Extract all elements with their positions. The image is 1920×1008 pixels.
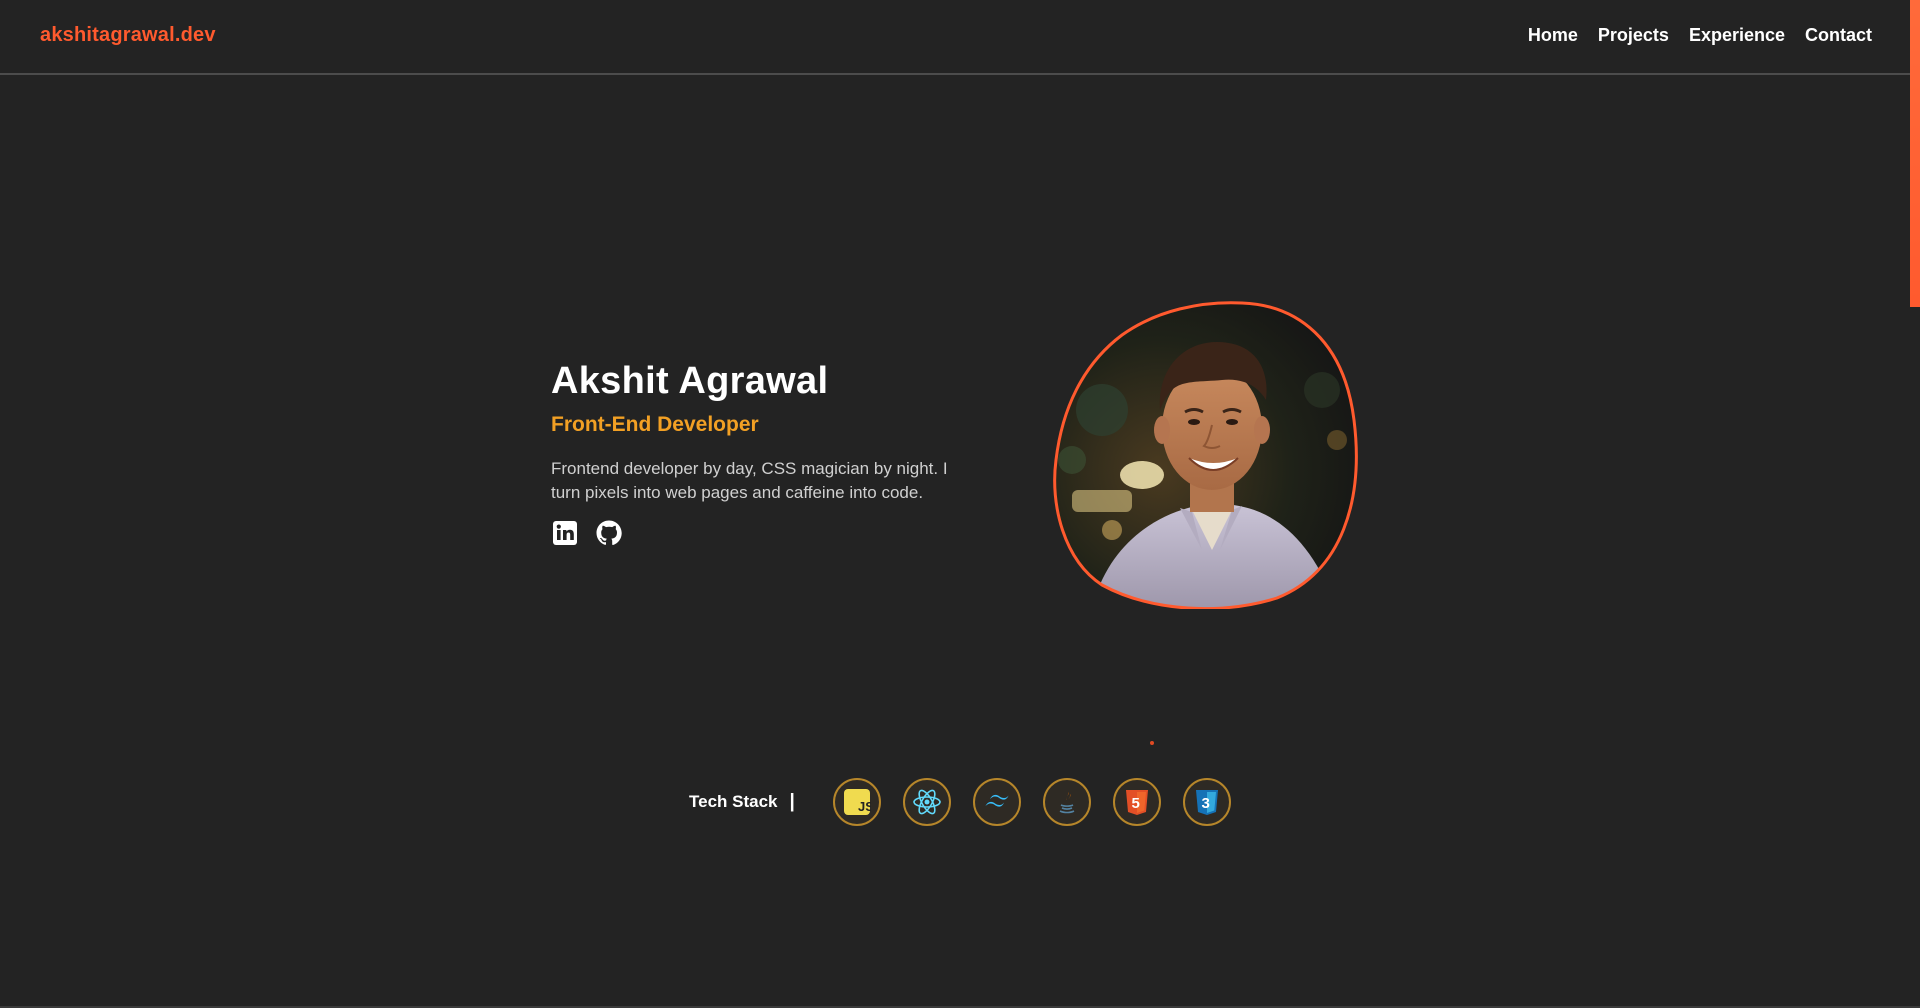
tech-html5: 5 bbox=[1112, 778, 1161, 826]
tech-css3: 3 bbox=[1182, 778, 1231, 826]
css3-icon: 3 bbox=[1195, 790, 1218, 815]
tech-java bbox=[1042, 778, 1091, 826]
portfolio-page: akshitagrawal.dev Home Projects Experien… bbox=[0, 0, 1920, 1008]
tech-tailwind bbox=[972, 778, 1021, 826]
main-nav: Home Projects Experience Contact bbox=[1528, 25, 1872, 46]
nav-home[interactable]: Home bbox=[1528, 25, 1578, 46]
profile-photo-illustration bbox=[1053, 301, 1358, 611]
github-icon bbox=[596, 520, 622, 546]
html5-icon-text: 5 bbox=[1131, 795, 1139, 812]
hero-role: Front-End Developer bbox=[551, 413, 759, 436]
github-link[interactable] bbox=[595, 519, 623, 547]
nav-contact[interactable]: Contact bbox=[1805, 25, 1872, 46]
tailwind-icon bbox=[985, 794, 1009, 807]
css3-icon-text: 3 bbox=[1201, 795, 1209, 812]
tech-react bbox=[902, 778, 951, 826]
hero-description: Frontend developer by day, CSS magician … bbox=[551, 459, 948, 502]
tech-stack-label: Tech Stack bbox=[689, 792, 778, 811]
javascript-icon-text: JS bbox=[858, 799, 871, 814]
site-header: akshitagrawal.dev Home Projects Experien… bbox=[0, 0, 1910, 75]
hero-name: Akshit Agrawal bbox=[551, 360, 829, 402]
hero-intro: Akshit Agrawal Front-End Developer Front… bbox=[551, 360, 991, 547]
nav-experience[interactable]: Experience bbox=[1689, 25, 1785, 46]
nav-projects[interactable]: Projects bbox=[1598, 25, 1669, 46]
site-logo[interactable]: akshitagrawal.dev bbox=[40, 24, 216, 47]
html5-icon: 5 bbox=[1125, 790, 1148, 815]
javascript-icon: JS bbox=[843, 789, 871, 815]
social-links bbox=[551, 519, 991, 547]
tech-icon-list: JS 5 3 bbox=[832, 778, 1231, 826]
java-icon bbox=[1059, 792, 1075, 814]
tech-stack-separator: | bbox=[789, 791, 795, 812]
tech-stack: Tech Stack | JS 5 3 bbox=[689, 778, 1231, 826]
profile-photo bbox=[1052, 300, 1361, 611]
react-icon bbox=[913, 789, 941, 815]
linkedin-icon bbox=[553, 521, 577, 545]
tech-javascript: JS bbox=[832, 778, 881, 826]
linkedin-link[interactable] bbox=[551, 519, 579, 547]
page-scrollbar[interactable] bbox=[1910, 0, 1920, 1006]
scrollbar-thumb[interactable] bbox=[1910, 0, 1920, 307]
accent-dot bbox=[1150, 741, 1154, 745]
